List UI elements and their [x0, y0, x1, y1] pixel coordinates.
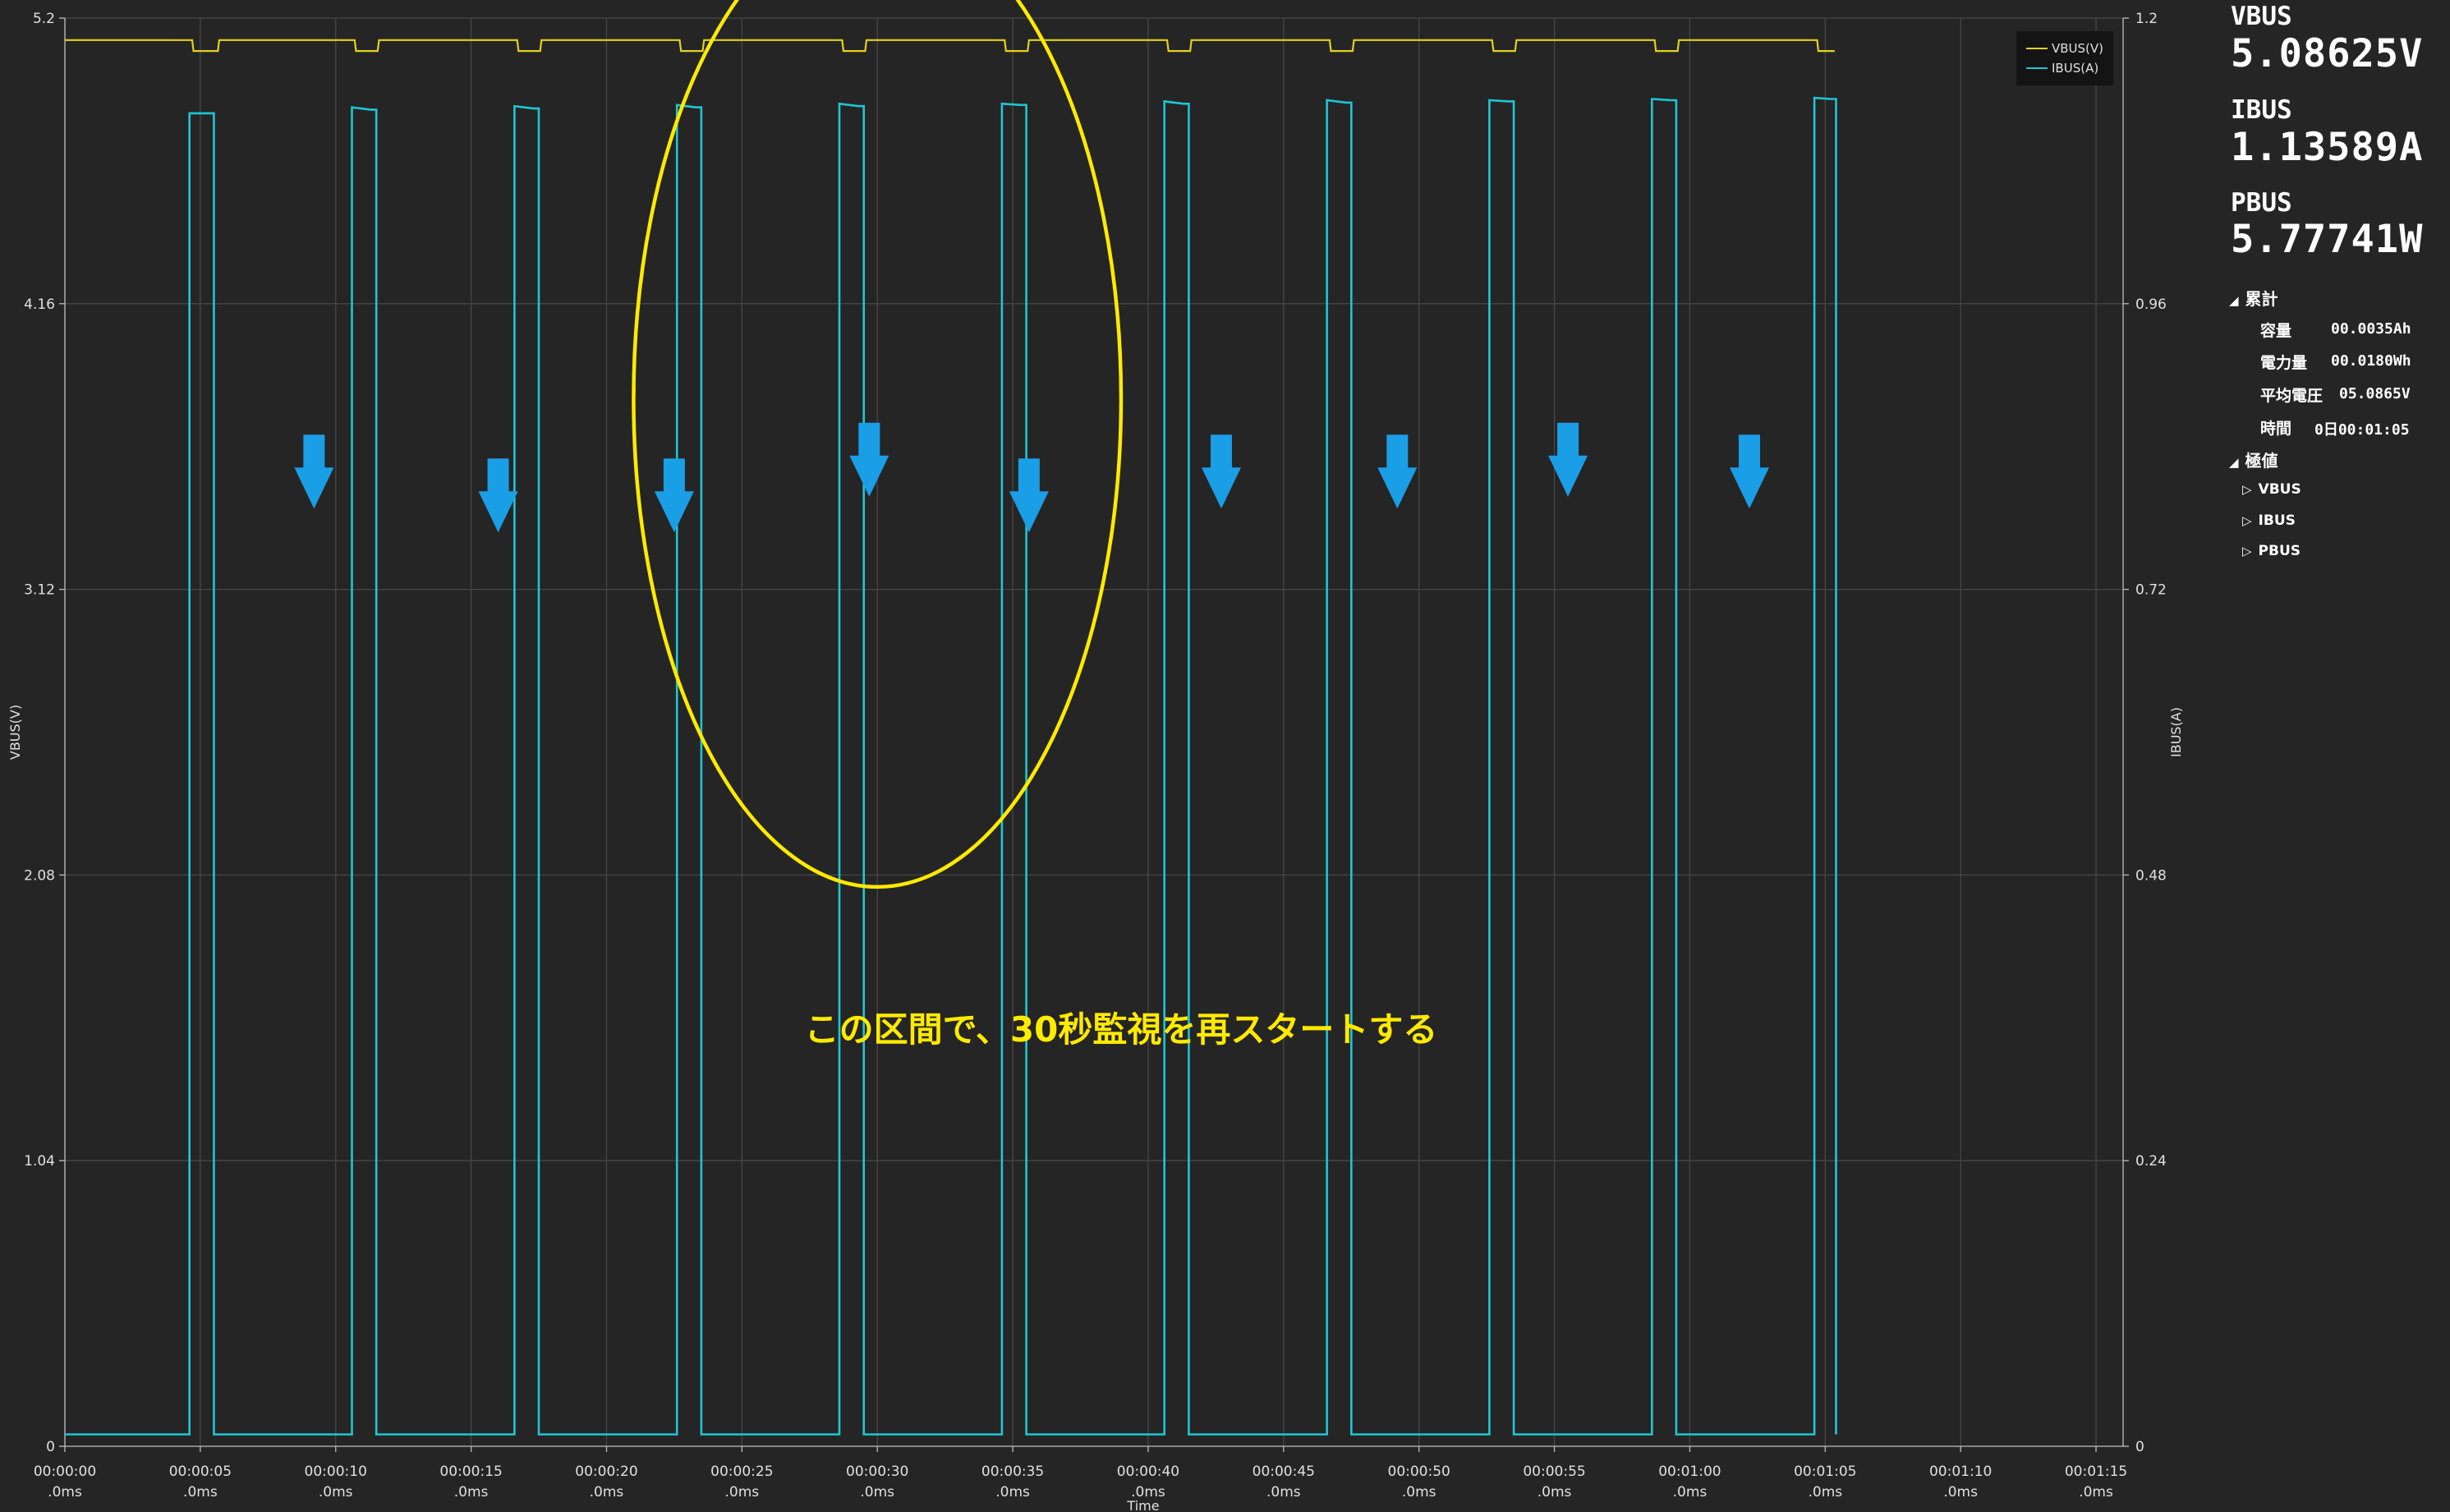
x-tick-label: 00:00:50: [1388, 1464, 1450, 1480]
x-tick-sublabel: .0ms: [319, 1484, 353, 1501]
annotation-text: この区間で、30秒監視を再スタートする: [805, 1009, 1438, 1050]
collapsed-triangle-icon: ▷: [2242, 482, 2252, 497]
row-value: 00.0180Wh: [2331, 352, 2411, 370]
cumulative-row: 時間 0日00:01:05: [2260, 416, 2410, 439]
row-value: 05.0865V: [2339, 385, 2411, 402]
x-tick-label: 00:01:10: [1929, 1464, 1992, 1480]
x-tick-sublabel: .0ms: [1538, 1484, 1572, 1501]
row-label: 時間: [2260, 420, 2292, 438]
x-tick-label: 00:01:00: [1658, 1464, 1721, 1480]
y-left-tick-label: 1.04: [24, 1153, 55, 1170]
row-label: 平均電圧: [2260, 387, 2324, 405]
axis-ticks: 0 0 1.04 0.24 2.08 0.48 3.12 0.72 4.16 0.96 5.2 1.2…: [24, 11, 2167, 1501]
extreme-item-label: VBUS: [2258, 481, 2301, 498]
vbus-label: VBUS: [2231, 2, 2292, 31]
x-tick-label: 00:00:20: [575, 1464, 637, 1480]
x-tick-label: 00:01:05: [1794, 1464, 1856, 1480]
pbus-label: PBUS: [2231, 188, 2292, 218]
x-tick-sublabel: .0ms: [2079, 1484, 2113, 1501]
down-arrow-icon: [1377, 434, 1418, 509]
down-arrow-icon: [654, 458, 694, 533]
row-value: 0日00:01:05: [2314, 421, 2410, 439]
x-tick-sublabel: .0ms: [1266, 1484, 1301, 1501]
extremes-group[interactable]: ◢ 極値: [2229, 448, 2278, 471]
ibus-label: IBUS: [2231, 95, 2292, 125]
extremes-title: 極値: [2245, 451, 2278, 471]
y-right-tick-label: 0: [2135, 1439, 2144, 1455]
x-tick-sublabel: .0ms: [1402, 1484, 1436, 1501]
x-tick-label: 00:00:00: [34, 1464, 96, 1480]
expanded-triangle-icon: ◢: [2229, 455, 2239, 470]
down-arrow-icon: [294, 434, 334, 509]
x-tick-sublabel: .0ms: [725, 1484, 760, 1501]
y-left-tick-label: 2.08: [24, 867, 55, 884]
down-arrow-icon: [478, 458, 518, 533]
x-tick-label: 00:00:40: [1117, 1464, 1179, 1480]
x-tick-sublabel: .0ms: [1943, 1484, 1978, 1501]
chart: 0 0 1.04 0.24 2.08 0.48 3.12 0.72 4.16 0.96 5.2 1.2…: [7, 0, 2184, 1512]
extreme-item-vbus[interactable]: ▷ VBUS: [2242, 481, 2301, 498]
x-tick-label: 00:00:35: [981, 1464, 1044, 1480]
x-tick-sublabel: .0ms: [48, 1484, 82, 1501]
x-tick-label: 00:00:05: [169, 1464, 232, 1480]
legend-entry-vbus: VBUS(V): [2052, 41, 2103, 56]
x-tick-label: 00:00:15: [439, 1464, 502, 1480]
x-tick-label: 00:00:30: [846, 1464, 908, 1480]
legend: VBUS(V) IBUS(A): [2016, 31, 2113, 85]
y-right-tick-label: 0.72: [2135, 582, 2167, 599]
x-tick-label: 00:00:45: [1253, 1464, 1315, 1480]
cumulative-row: 容量 00.0035Ah: [2260, 319, 2411, 341]
collapsed-triangle-icon: ▷: [2242, 544, 2252, 558]
measurement-panel: VBUS 5.08625V IBUS 1.13589A PBUS 5.77741…: [2218, 0, 2450, 1512]
y-right-tick-label: 0.24: [2135, 1153, 2167, 1170]
row-label: 電力量: [2260, 354, 2308, 372]
x-tick-sublabel: .0ms: [995, 1484, 1030, 1501]
y-right-tick-label: 1.2: [2135, 11, 2158, 27]
row-value: 00.0035Ah: [2331, 320, 2411, 338]
x-tick-label: 00:00:10: [305, 1464, 367, 1480]
series-line-ibus: [65, 96, 1837, 1436]
x-tick-label: 00:00:55: [1523, 1464, 1585, 1480]
cumulative-title: 累計: [2245, 289, 2278, 309]
y-right-tick-label: 0.96: [2135, 296, 2167, 313]
y-axis-right-label: IBUS(A): [2168, 707, 2184, 757]
cumulative-row: 平均電圧 05.0865V: [2260, 384, 2411, 406]
expanded-triangle-icon: ◢: [2229, 293, 2239, 308]
extreme-item-label: PBUS: [2258, 543, 2301, 559]
collapsed-triangle-icon: ▷: [2242, 513, 2252, 528]
y-left-tick-label: 5.2: [33, 11, 55, 27]
x-tick-sublabel: .0ms: [1673, 1484, 1708, 1501]
cumulative-group[interactable]: ◢ 累計: [2229, 286, 2278, 310]
cumulative-row: 電力量 00.0180Wh: [2260, 351, 2411, 373]
x-tick-label: 00:00:25: [710, 1464, 773, 1480]
x-tick-sublabel: .0ms: [860, 1484, 894, 1501]
down-arrow-icon: [1729, 434, 1769, 509]
x-tick-sublabel: .0ms: [1808, 1484, 1842, 1501]
down-arrow-icon: [849, 422, 889, 497]
y-left-tick-label: 0: [46, 1439, 55, 1455]
row-label: 容量: [2260, 322, 2292, 340]
x-tick-sublabel: .0ms: [454, 1484, 489, 1501]
vbus-value: 5.08625V: [2231, 31, 2424, 76]
down-arrow-icon: [1009, 458, 1049, 533]
series-layer: [65, 39, 1837, 1436]
y-axis-left-label: VBUS(V): [7, 705, 23, 760]
series-line-vbus: [65, 39, 1835, 53]
extreme-item-pbus[interactable]: ▷ PBUS: [2242, 543, 2301, 559]
x-tick-sublabel: .0ms: [590, 1484, 624, 1501]
extreme-item-ibus[interactable]: ▷ IBUS: [2242, 512, 2296, 529]
y-left-tick-label: 3.12: [24, 582, 55, 599]
x-axis-label: Time: [1126, 1498, 1159, 1512]
legend-background: [2016, 31, 2113, 85]
y-right-tick-label: 0.48: [2135, 867, 2167, 884]
pbus-value: 5.77741W: [2231, 217, 2424, 262]
extreme-item-label: IBUS: [2258, 512, 2296, 529]
ibus-value: 1.13589A: [2231, 125, 2424, 170]
x-tick-label: 00:01:15: [2065, 1464, 2127, 1480]
x-tick-sublabel: .0ms: [183, 1484, 218, 1501]
y-left-tick-label: 4.16: [24, 296, 55, 313]
down-arrow-icon: [1201, 434, 1241, 509]
legend-entry-ibus: IBUS(A): [2052, 61, 2098, 76]
